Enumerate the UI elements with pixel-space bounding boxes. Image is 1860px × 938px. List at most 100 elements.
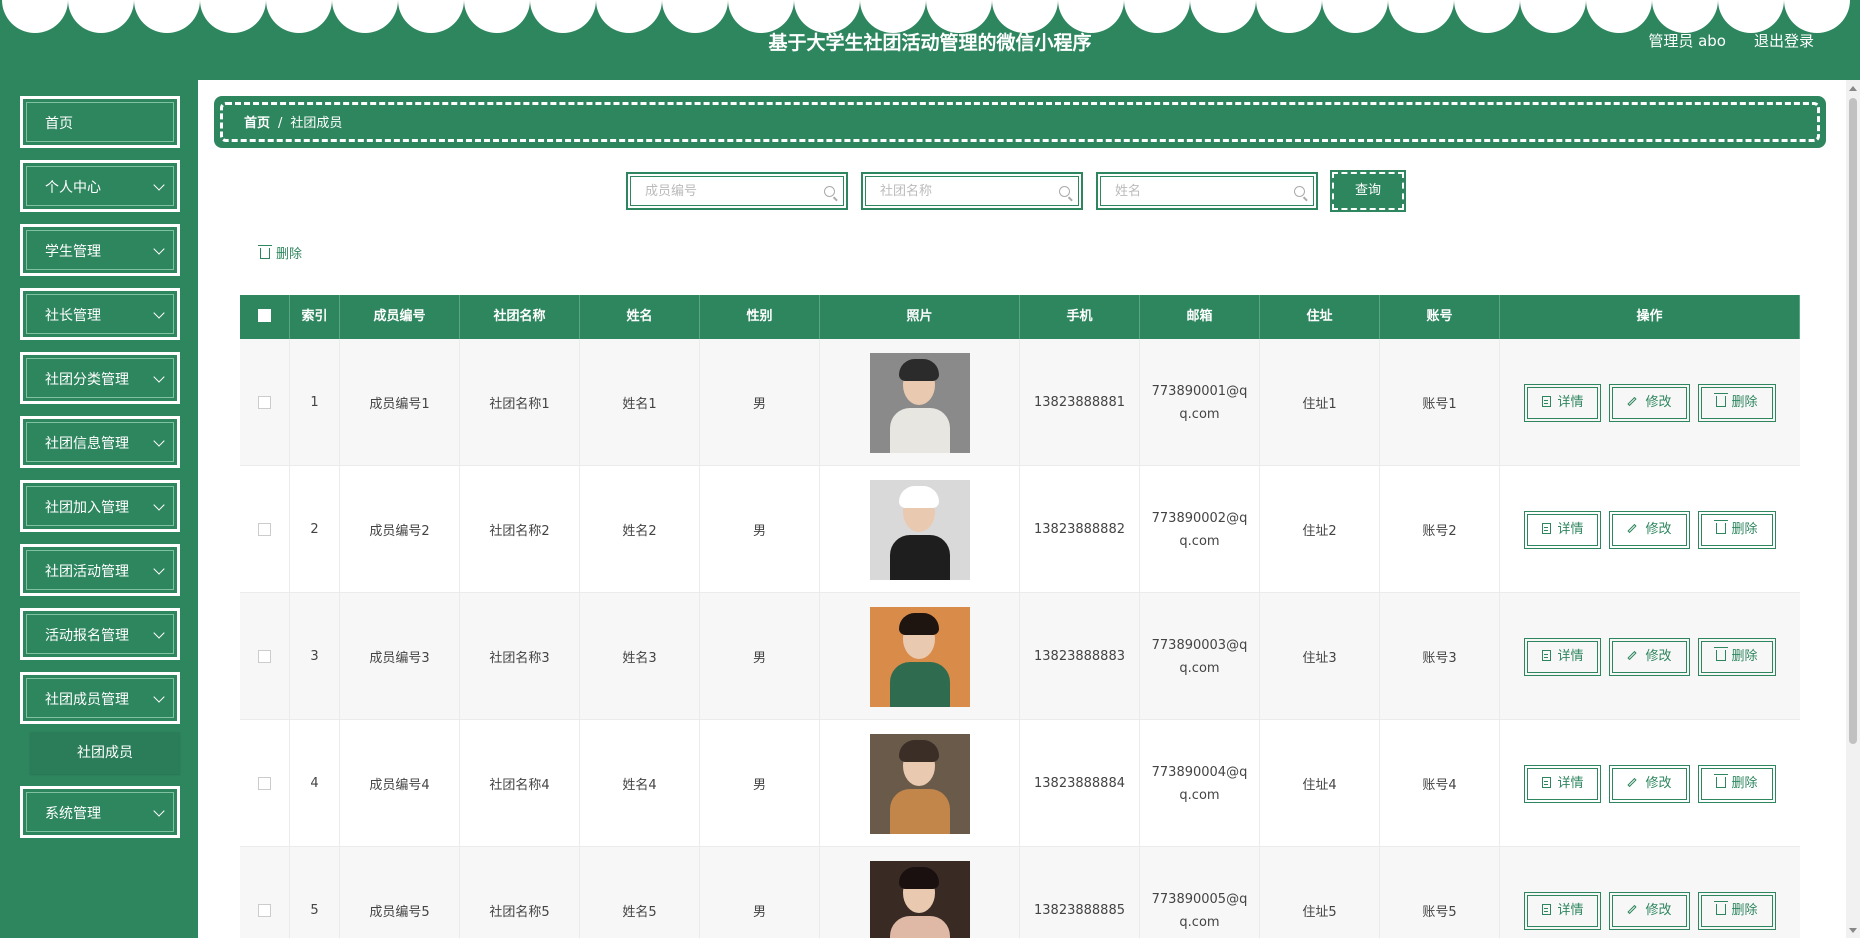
member-no-input[interactable] <box>631 177 843 205</box>
current-user: 管理员 abo <box>1648 32 1726 50</box>
row-checkbox[interactable] <box>258 777 271 790</box>
cell-gender: 男 <box>700 720 820 847</box>
name-input[interactable] <box>1101 177 1313 205</box>
row-checkbox[interactable] <box>258 650 271 663</box>
cell-member_no: 成员编号4 <box>340 720 460 847</box>
detail-button[interactable]: 详情 <box>1524 891 1602 930</box>
sidebar-item[interactable]: 首页 <box>20 96 180 148</box>
sidebar-item[interactable]: 社团加入管理 <box>20 480 180 532</box>
trash-icon <box>1713 392 1728 407</box>
column-header: 住址 <box>1260 295 1380 339</box>
sidebar-item[interactable]: 社团分类管理 <box>20 352 180 404</box>
cell-phone: 13823888882 <box>1020 466 1140 593</box>
breadcrumb-current: 社团成员 <box>290 116 343 131</box>
cell-phone: 13823888884 <box>1020 720 1140 847</box>
column-header: 成员编号 <box>340 295 460 339</box>
app-title: 基于大学生社团活动管理的微信小程序 <box>768 32 1092 54</box>
edit-icon <box>1627 904 1638 914</box>
delete-button[interactable]: 删除 <box>1697 383 1776 422</box>
sidebar-item[interactable]: 社团成员管理 <box>20 672 180 724</box>
cell-index: 2 <box>290 466 340 593</box>
cell-address: 住址4 <box>1260 720 1380 847</box>
sidebar-item[interactable]: 活动报名管理 <box>20 608 180 660</box>
document-icon <box>1542 776 1552 788</box>
member-photo <box>869 352 970 453</box>
sidebar-item[interactable]: 学生管理 <box>20 224 180 276</box>
submenu-item-club-members[interactable]: 社团成员 <box>30 732 180 774</box>
edit-icon <box>1627 650 1638 660</box>
table-header: 索引 成员编号 社团名称 姓名 性别 照片 手机 邮箱 住址 账号 操作 <box>240 295 1800 339</box>
scrollbar-thumb[interactable] <box>1849 98 1857 744</box>
delete-button[interactable]: 删除 <box>1697 637 1776 676</box>
edit-button[interactable]: 修改 <box>1609 510 1690 549</box>
club-name-input[interactable] <box>866 177 1078 205</box>
cell-account: 账号3 <box>1380 593 1500 720</box>
detail-button[interactable]: 详情 <box>1524 764 1602 803</box>
cell-phone: 13823888885 <box>1020 847 1140 938</box>
cell-account: 账号2 <box>1380 466 1500 593</box>
sidebar-item[interactable]: 社团信息管理 <box>20 416 180 468</box>
table-row: 2 成员编号2 社团名称2 姓名2 男 13823888882 773890002@qq.c… <box>240 466 1800 593</box>
logout-link[interactable]: 退出登录 <box>1754 30 1814 51</box>
club-name-search[interactable] <box>861 172 1083 210</box>
table-row: 1 成员编号1 社团名称1 姓名1 男 13823888881 773890001@qq.c… <box>240 339 1800 466</box>
detail-button[interactable]: 详情 <box>1524 383 1602 422</box>
cell-member_no: 成员编号1 <box>340 339 460 466</box>
scroll-up-icon[interactable] <box>1849 86 1857 91</box>
cell-index: 1 <box>290 339 340 466</box>
sidebar-item-label: 个人中心 <box>45 180 101 196</box>
column-header: 姓名 <box>580 295 700 339</box>
select-all-checkbox[interactable] <box>258 309 271 322</box>
row-checkbox[interactable] <box>258 904 271 917</box>
sidebar-item[interactable]: 社团活动管理 <box>20 544 180 596</box>
breadcrumb-home[interactable]: 首页 <box>244 116 270 131</box>
edit-button[interactable]: 修改 <box>1609 637 1690 676</box>
cell-email: 773890002@qq.com <box>1151 510 1248 549</box>
sidebar-item-label: 活动报名管理 <box>45 628 129 644</box>
sidebar-item[interactable]: 社长管理 <box>20 288 180 340</box>
scroll-down-icon[interactable] <box>1849 928 1857 933</box>
delete-button[interactable]: 删除 <box>1697 510 1776 549</box>
row-checkbox[interactable] <box>258 396 271 409</box>
document-icon <box>1542 395 1552 407</box>
app-header: 基于大学生社团活动管理的微信小程序 管理员 abo 退出登录 <box>0 0 1860 80</box>
cell-account: 账号5 <box>1380 847 1500 938</box>
detail-button[interactable]: 详情 <box>1524 637 1602 676</box>
sidebar-item-label: 系统管理 <box>45 806 101 822</box>
document-icon <box>1542 522 1552 534</box>
edit-button[interactable]: 修改 <box>1609 764 1690 803</box>
sidebar-item[interactable]: 系统管理 <box>20 786 180 838</box>
cell-club: 社团名称2 <box>460 466 580 593</box>
column-header: 手机 <box>1020 295 1140 339</box>
query-button[interactable]: 查询 <box>1330 170 1406 212</box>
member-no-search[interactable] <box>626 172 848 210</box>
cell-phone: 13823888883 <box>1020 593 1140 720</box>
trash-icon <box>1713 646 1728 661</box>
sidebar-item-label: 社团信息管理 <box>45 436 129 452</box>
column-header: 账号 <box>1380 295 1500 339</box>
sidebar-item-label: 社团分类管理 <box>45 372 129 388</box>
edit-button[interactable]: 修改 <box>1609 383 1690 422</box>
cell-club: 社团名称4 <box>460 720 580 847</box>
edit-button[interactable]: 修改 <box>1609 891 1690 930</box>
cell-name: 姓名2 <box>580 466 700 593</box>
cell-index: 5 <box>290 847 340 938</box>
delete-button[interactable]: 删除 <box>1697 764 1776 803</box>
name-search[interactable] <box>1096 172 1318 210</box>
delete-button[interactable]: 删除 <box>1697 891 1776 930</box>
cell-gender: 男 <box>700 466 820 593</box>
cell-address: 住址1 <box>1260 339 1380 466</box>
cell-address: 住址2 <box>1260 466 1380 593</box>
cell-club: 社团名称3 <box>460 593 580 720</box>
search-icon <box>1294 186 1305 197</box>
row-checkbox[interactable] <box>258 523 271 536</box>
trash-icon <box>1713 773 1728 788</box>
cell-club: 社团名称5 <box>460 847 580 938</box>
batch-delete-button[interactable]: 删除 <box>258 243 302 262</box>
detail-button[interactable]: 详情 <box>1524 510 1602 549</box>
member-photo <box>869 479 970 580</box>
sidebar-item[interactable]: 个人中心 <box>20 160 180 212</box>
column-header: 社团名称 <box>460 295 580 339</box>
breadcrumb: 首页 / 社团成员 <box>214 96 1826 148</box>
column-header: 邮箱 <box>1140 295 1260 339</box>
